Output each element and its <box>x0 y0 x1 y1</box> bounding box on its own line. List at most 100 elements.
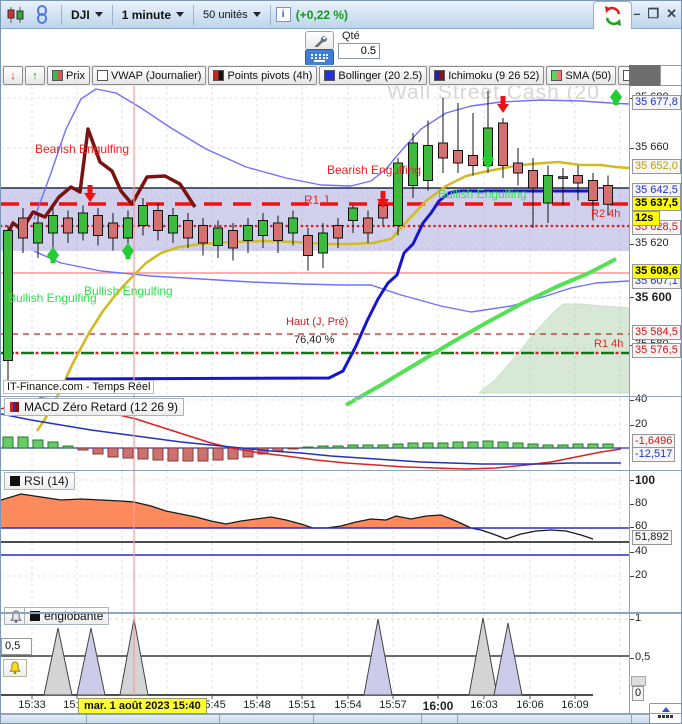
legend-item-label: Points pivots (4h) <box>227 69 313 82</box>
candle <box>78 212 88 234</box>
candle <box>333 225 343 239</box>
legend-item-label: Prix <box>66 69 85 82</box>
time-axis-label: 15:51 <box>288 699 316 711</box>
alarm-bell-icon <box>9 661 21 675</box>
timeframe-dropdown[interactable]: 1 minute <box>118 8 188 22</box>
axis-scrollbar-thumb[interactable] <box>631 676 646 686</box>
change-percent: (+0,22 %) <box>295 7 349 22</box>
legend-color-icon <box>434 70 446 81</box>
annotation-bullish-engulfing: Bullish Engulfing <box>8 291 97 305</box>
candle <box>138 205 148 226</box>
time-axis-label: 16:09 <box>561 699 589 711</box>
macd-bar <box>122 447 134 459</box>
axis-value-box: -12,517 <box>632 447 676 462</box>
horizontal-scrollbar[interactable] <box>1 714 681 723</box>
maximize-button[interactable]: ❐ <box>647 6 659 22</box>
macd-bar <box>392 443 404 449</box>
legend-scroll-box[interactable] <box>660 65 681 86</box>
quantity-label: Qté <box>342 30 360 42</box>
candle <box>318 232 328 254</box>
alarm-bell-button[interactable] <box>3 659 27 677</box>
candle <box>33 222 43 244</box>
candle <box>183 220 193 239</box>
annotation-76-40-: 76,40 % <box>294 334 335 346</box>
macd-bar <box>167 447 179 462</box>
axis-tick <box>630 400 634 401</box>
toolbar-separator <box>269 4 271 25</box>
keyboard-button[interactable] <box>305 49 334 66</box>
candle <box>243 225 253 241</box>
close-button[interactable]: ✕ <box>666 6 677 22</box>
scrollbar-tick <box>457 715 458 723</box>
rsi-icon <box>10 476 20 486</box>
macd-bar <box>377 444 389 449</box>
chart-type-candlestick-icon[interactable] <box>4 3 28 27</box>
legend-overflow-area <box>629 65 660 86</box>
macd-bar <box>317 445 329 449</box>
minimize-button[interactable]: – <box>633 6 640 22</box>
legend-item-points-pivots-4h-[interactable]: Points pivots (4h) <box>208 66 318 85</box>
axis-value-box: 35 576,5 <box>632 343 681 358</box>
units-label: 50 unités <box>203 8 248 21</box>
candle <box>108 222 118 239</box>
price-axis-gutter: 35 68035 66035 62035 60035 58035 677,835… <box>629 86 681 714</box>
engulf-spike <box>43 627 73 696</box>
timeframe-label: 1 minute <box>121 7 172 22</box>
candle <box>153 210 163 231</box>
candle <box>573 175 583 184</box>
quantity-input[interactable] <box>338 43 380 59</box>
macd-bar <box>77 447 89 451</box>
legend-item-ichimoku-9-26-52-[interactable]: Ichimoku (9 26 52) <box>429 66 545 85</box>
macd-panel-label[interactable]: MACD Zéro Retard (12 26 9) <box>4 398 185 416</box>
macd-bar <box>197 447 209 462</box>
candle <box>468 155 478 166</box>
toolbar-separator <box>61 4 62 25</box>
legend-item-vwap-journalier-[interactable]: VWAP (Journalier) <box>91 66 207 85</box>
axis-tick <box>630 244 634 245</box>
refresh-button[interactable] <box>593 1 632 30</box>
link-chain-icon[interactable] <box>30 3 54 27</box>
axis-label: 35 620 <box>635 237 669 249</box>
legend-color-icon <box>324 70 336 81</box>
axis-tick <box>630 619 634 620</box>
candle <box>198 225 208 244</box>
axis-label: 40 <box>635 393 648 405</box>
annotation-r1-4h: R1 4h <box>594 338 624 350</box>
engulf-spike <box>76 627 106 696</box>
candle <box>18 217 28 239</box>
time-axis-label: 15:33 <box>18 699 46 711</box>
trading-app-window: DJI 1 minute 50 unités i (+0,22 %) – ❐ ✕ <box>0 0 682 724</box>
rsi-panel-label[interactable]: RSI (14) <box>4 472 75 490</box>
axis-value-box: 35 637,5 <box>632 196 681 211</box>
chain-icon <box>37 4 47 24</box>
engulf-panel-label[interactable]: englobante <box>24 607 110 625</box>
macd-bar <box>512 442 524 449</box>
scroll-price-up-button[interactable]: ↑ <box>25 66 45 85</box>
axis-label: 35 660 <box>635 141 669 153</box>
legend-item-sma-50-[interactable]: SMA (50) <box>546 66 617 85</box>
info-icon[interactable]: i <box>275 7 291 22</box>
axis-tick <box>630 148 634 149</box>
candle <box>213 227 223 246</box>
macd-bar <box>137 447 149 460</box>
legend-item-bollinger-20-2-5-[interactable]: Bollinger (20 2.5) <box>319 66 428 85</box>
annotation-r2-4h: R2 4h <box>591 208 621 220</box>
units-dropdown[interactable]: 50 unités <box>199 9 265 21</box>
candle <box>543 175 553 204</box>
macd-bar <box>47 441 59 449</box>
annotation-bearish-engulfing: Bearish Engulfing <box>35 142 130 156</box>
legend-item-sma-20[interactable]: SMA (20 <box>618 66 629 85</box>
panel-separator <box>1 396 681 397</box>
legend-item-prix[interactable]: Prix <box>47 66 90 85</box>
time-axis-label: 15:48 <box>243 699 271 711</box>
axis-label: 20 <box>635 418 648 430</box>
legend-color-icon <box>52 70 63 81</box>
candle <box>303 235 313 256</box>
refresh-icon <box>604 6 621 26</box>
candle <box>528 170 538 189</box>
axis-tick <box>630 552 634 553</box>
symbol-dropdown[interactable]: DJI <box>67 8 107 22</box>
macd-bar <box>107 447 119 458</box>
scroll-price-down-button[interactable]: ↓ <box>3 66 23 85</box>
settings-wrench-button[interactable] <box>305 31 334 50</box>
